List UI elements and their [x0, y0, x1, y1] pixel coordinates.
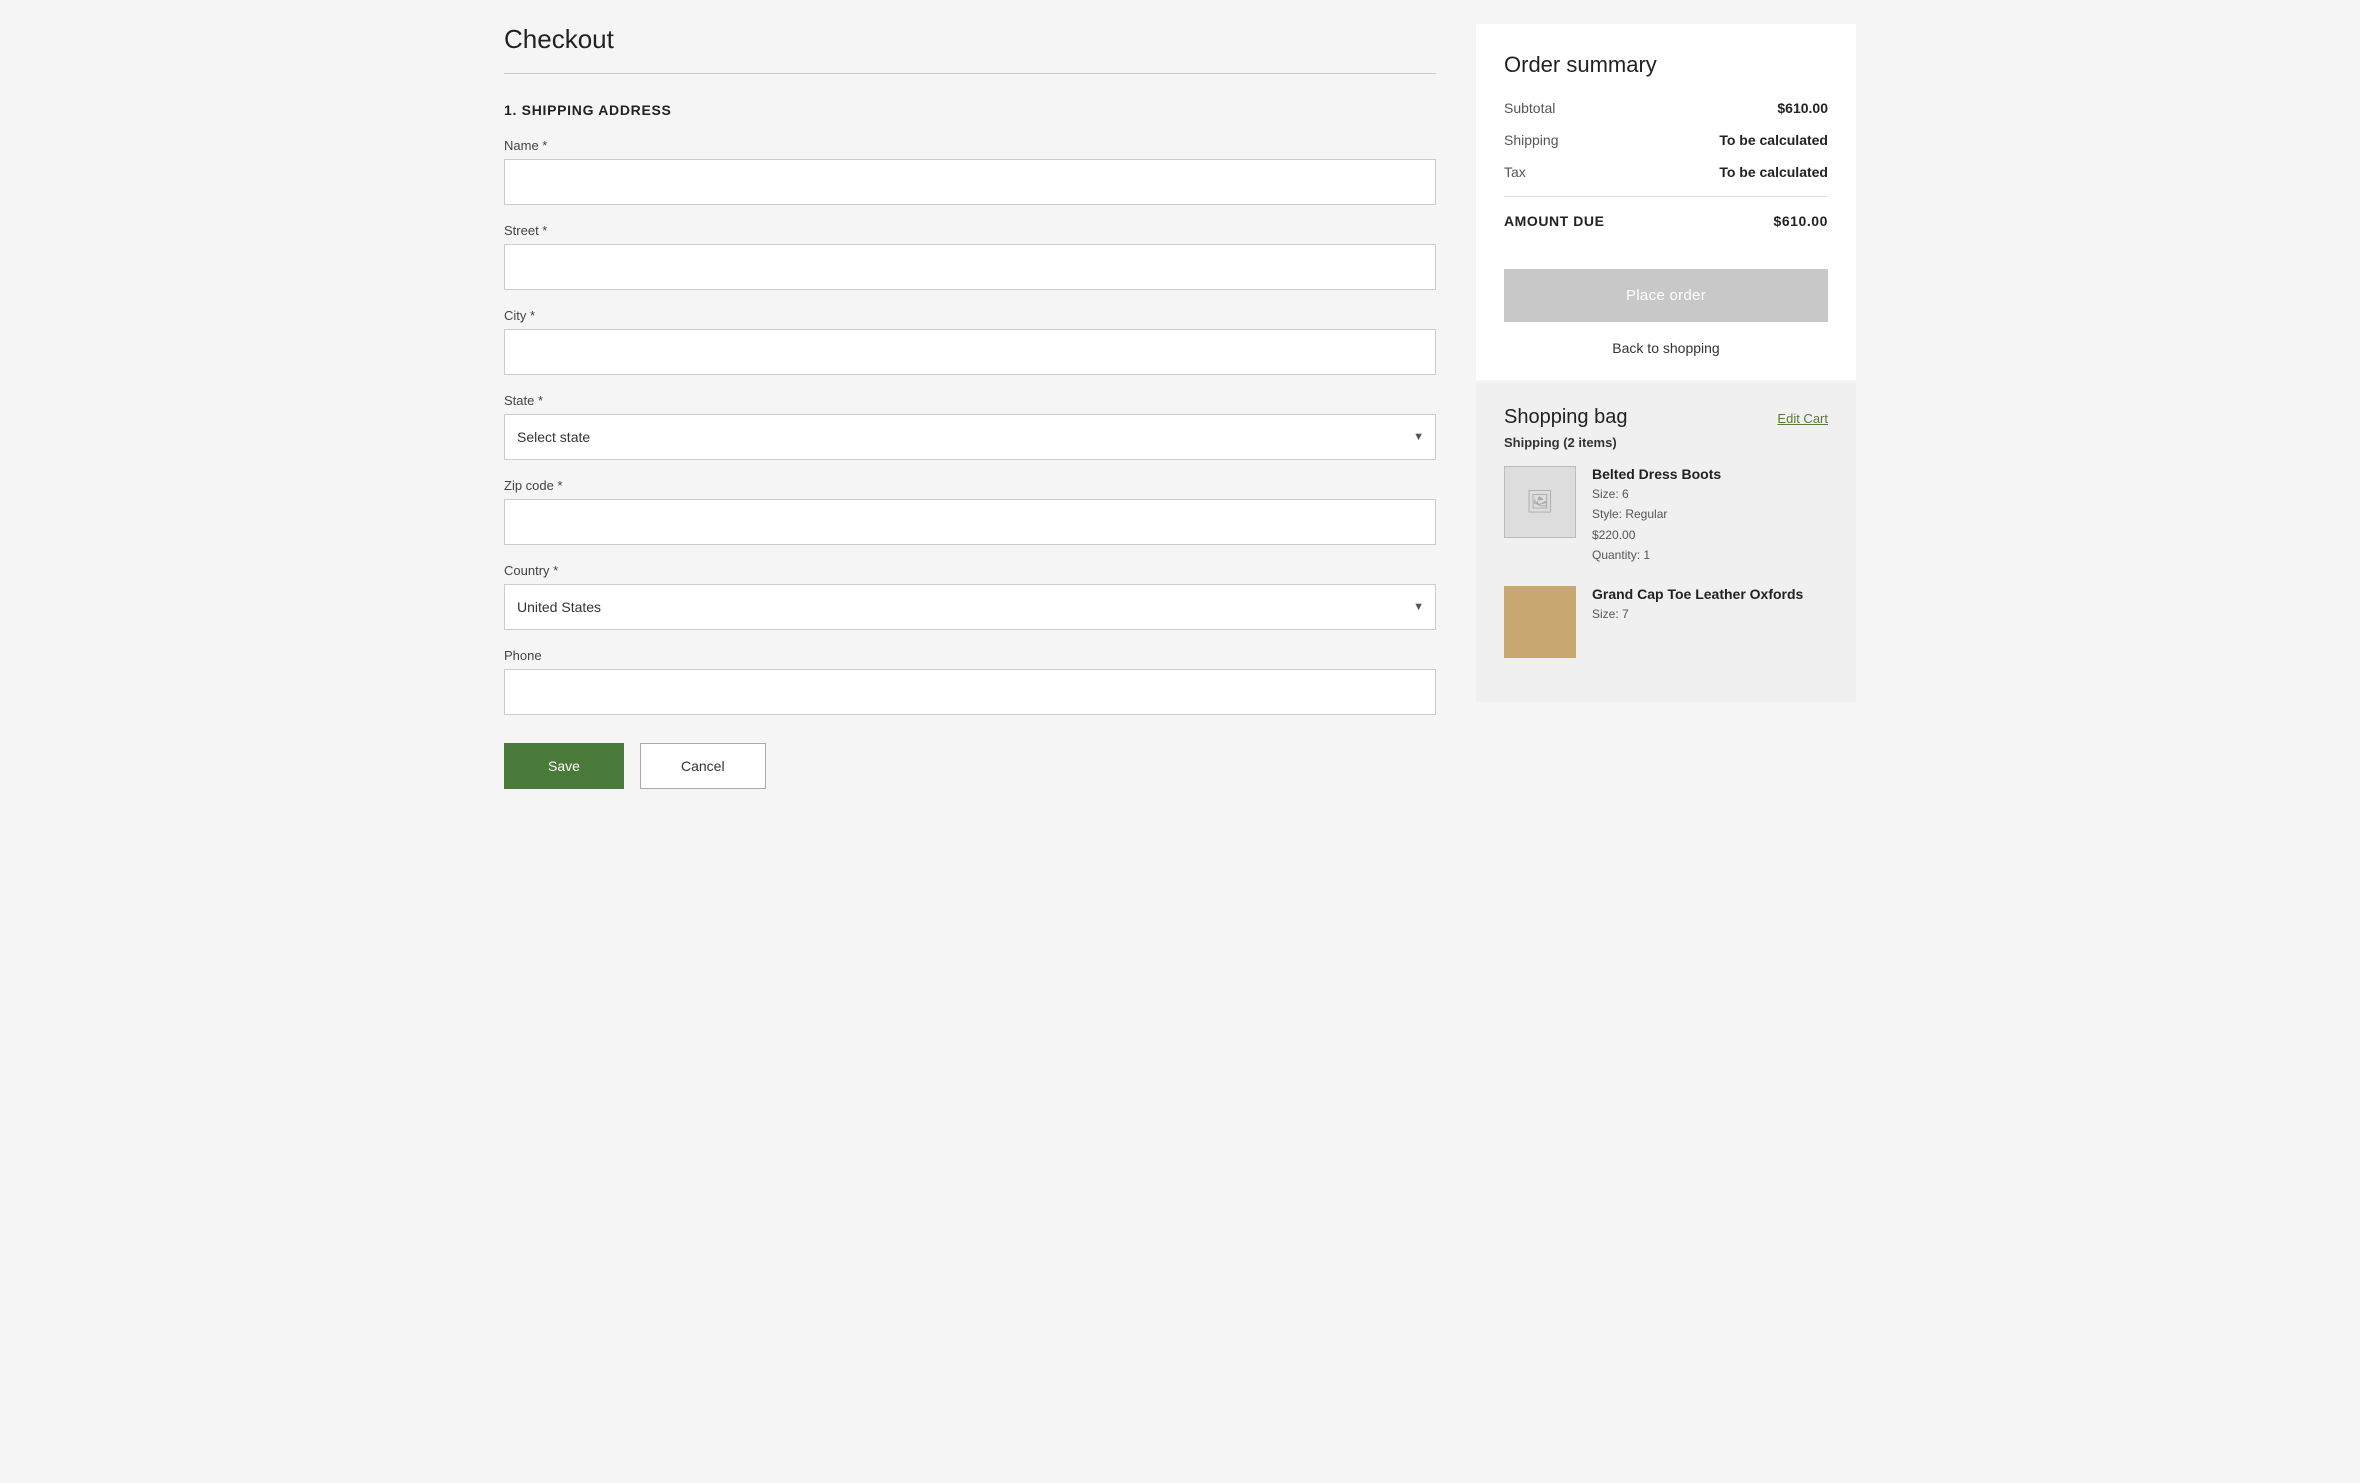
cart-item: Grand Cap Toe Leather Oxfords Size: 7 [1504, 586, 1828, 658]
zip-input[interactable] [504, 499, 1436, 545]
order-summary-card: Order summary Subtotal $610.00 Shipping … [1476, 24, 1856, 380]
cart-item-size-2: Size: 7 [1592, 604, 1828, 624]
city-field-group: City * [504, 308, 1436, 375]
country-field-group: Country * United States Canada United Ki… [504, 563, 1436, 630]
cart-item-image-2 [1504, 586, 1576, 658]
shopping-bag-card: Shopping bag Edit Cart Shipping (2 items… [1476, 382, 1856, 702]
shipping-value: To be calculated [1719, 132, 1828, 148]
cart-item-meta-1: Size: 6 Style: Regular $220.00 Quantity:… [1592, 484, 1828, 566]
cart-item: 🖼 Belted Dress Boots Size: 6 Style: Regu… [1504, 466, 1828, 566]
cart-item-name-1: Belted Dress Boots [1592, 466, 1828, 482]
phone-label: Phone [504, 648, 1436, 663]
cancel-button[interactable]: Cancel [640, 743, 766, 789]
zip-label: Zip code * [504, 478, 1436, 493]
cart-item-image-1: 🖼 [1504, 466, 1576, 538]
phone-field-group: Phone [504, 648, 1436, 715]
name-input[interactable] [504, 159, 1436, 205]
shipping-section-title: 1. SHIPPING ADDRESS [504, 102, 1436, 118]
state-field-group: State * Select state Alabama Alaska Ariz… [504, 393, 1436, 460]
cart-item-name-2: Grand Cap Toe Leather Oxfords [1592, 586, 1828, 602]
phone-input[interactable] [504, 669, 1436, 715]
shipping-items-label: Shipping (2 items) [1504, 435, 1828, 450]
amount-due-label: AMOUNT DUE [1504, 213, 1604, 229]
street-input[interactable] [504, 244, 1436, 290]
city-input[interactable] [504, 329, 1436, 375]
state-select-wrapper: Select state Alabama Alaska Arizona Cali… [504, 414, 1436, 460]
cart-item-price-1: $220.00 [1592, 525, 1828, 545]
subtotal-row: Subtotal $610.00 [1504, 100, 1828, 116]
cart-item-size-1: Size: 6 [1592, 484, 1828, 504]
shopping-bag-header: Shopping bag Edit Cart [1504, 406, 1828, 429]
image-placeholder-icon: 🖼 [1526, 489, 1554, 515]
cart-item-details-1: Belted Dress Boots Size: 6 Style: Regula… [1592, 466, 1828, 566]
sidebar: Order summary Subtotal $610.00 Shipping … [1476, 24, 1856, 702]
shopping-bag-title: Shopping bag [1504, 406, 1627, 429]
form-button-row: Save Cancel [504, 743, 1436, 789]
zip-field-group: Zip code * [504, 478, 1436, 545]
street-field-group: Street * [504, 223, 1436, 290]
country-select-wrapper: United States Canada United Kingdom ▼ [504, 584, 1436, 630]
country-select[interactable]: United States Canada United Kingdom [504, 584, 1436, 630]
city-label: City * [504, 308, 1436, 323]
order-summary-title: Order summary [1504, 52, 1828, 78]
cart-item-details-2: Grand Cap Toe Leather Oxfords Size: 7 [1592, 586, 1828, 658]
cart-item-style-1: Style: Regular [1592, 504, 1828, 524]
state-label: State * [504, 393, 1436, 408]
shipping-row: Shipping To be calculated [1504, 132, 1828, 148]
subtotal-label: Subtotal [1504, 100, 1555, 116]
subtotal-value: $610.00 [1777, 100, 1828, 116]
back-to-shopping-link[interactable]: Back to shopping [1504, 340, 1828, 356]
section-divider [504, 73, 1436, 74]
name-field-group: Name * [504, 138, 1436, 205]
tax-row: Tax To be calculated [1504, 164, 1828, 180]
tax-value: To be calculated [1719, 164, 1828, 180]
street-label: Street * [504, 223, 1436, 238]
place-order-button[interactable]: Place order [1504, 269, 1828, 322]
shipping-label: Shipping [1504, 132, 1559, 148]
page-title: Checkout [504, 24, 1436, 55]
save-button[interactable]: Save [504, 743, 624, 789]
amount-due-row: AMOUNT DUE $610.00 [1504, 196, 1828, 229]
edit-cart-link[interactable]: Edit Cart [1777, 411, 1828, 426]
name-label: Name * [504, 138, 1436, 153]
amount-due-value: $610.00 [1773, 213, 1828, 229]
country-label: Country * [504, 563, 1436, 578]
cart-item-quantity-1: Quantity: 1 [1592, 545, 1828, 565]
state-select[interactable]: Select state Alabama Alaska Arizona Cali… [504, 414, 1436, 460]
cart-item-meta-2: Size: 7 [1592, 604, 1828, 624]
tax-label: Tax [1504, 164, 1526, 180]
